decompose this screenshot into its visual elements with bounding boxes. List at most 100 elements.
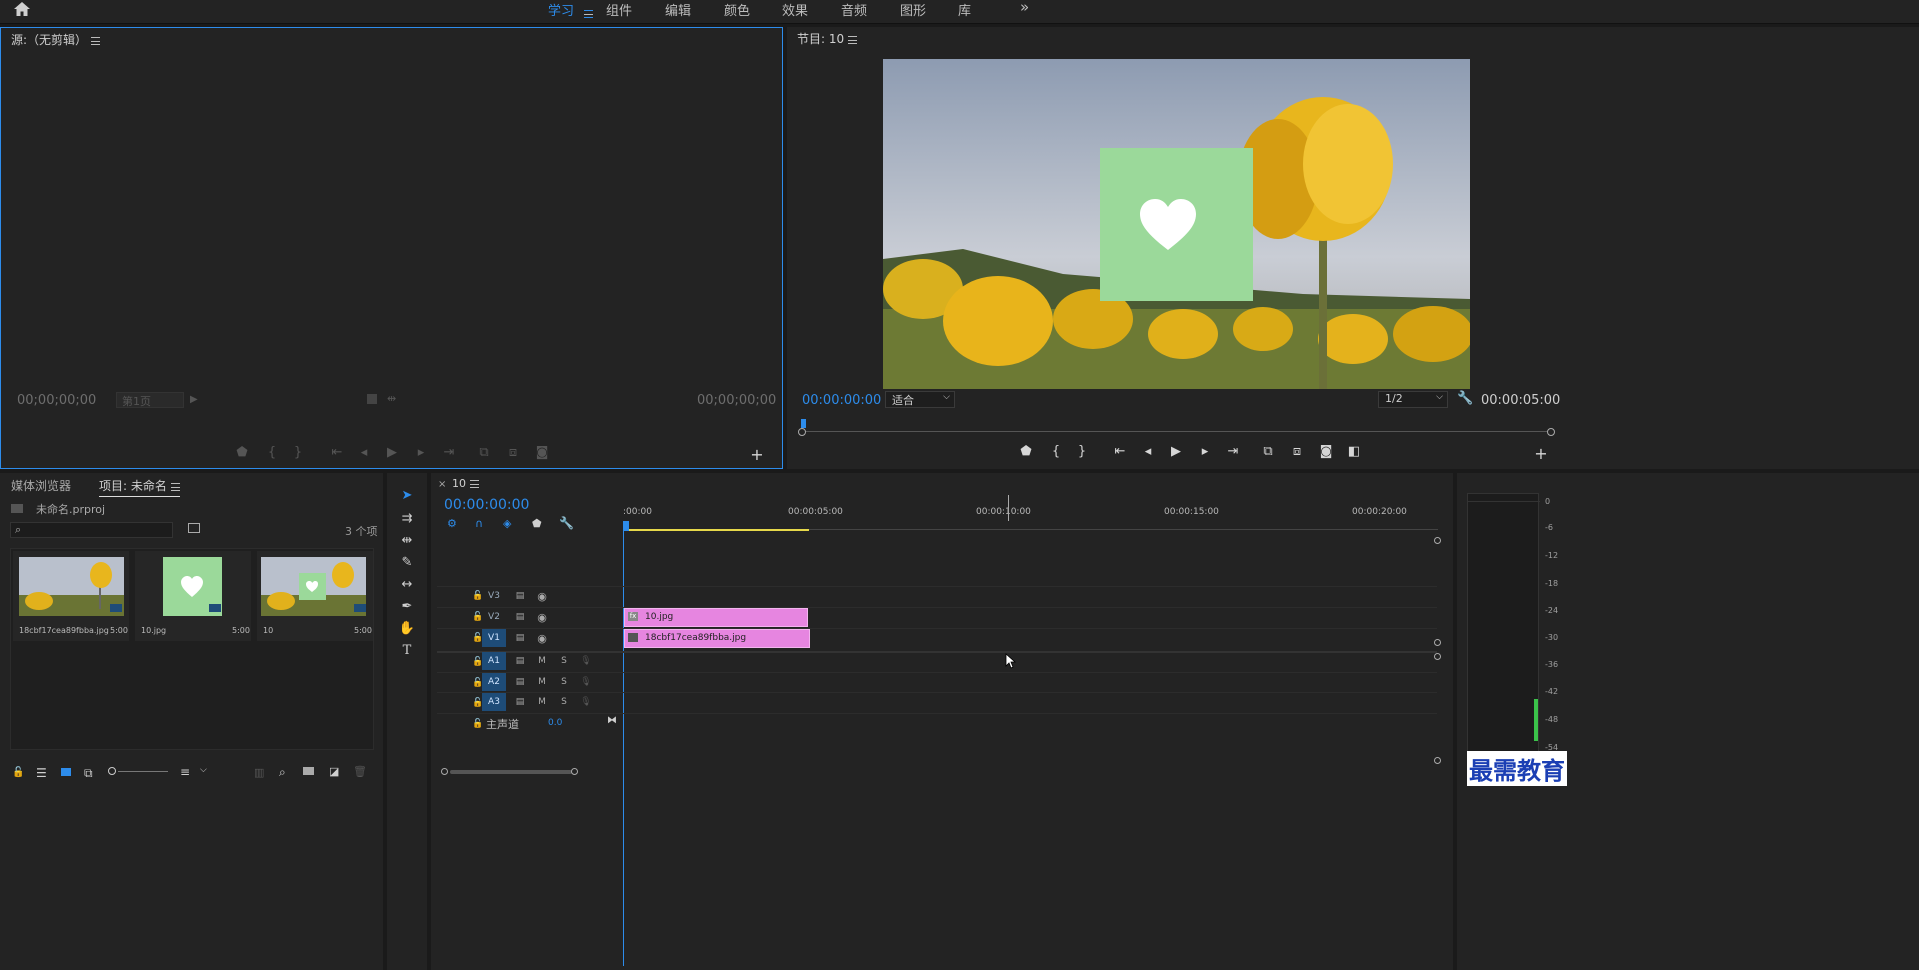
insert-icon[interactable]: ⇹ xyxy=(387,392,396,405)
resolution-select[interactable]: 1/2 ⌵ xyxy=(1378,391,1448,408)
track-label-v1[interactable]: V1 xyxy=(482,629,506,647)
freeform-view-icon[interactable]: ⧉ xyxy=(84,766,93,781)
track-label-a1[interactable]: A1 xyxy=(482,652,506,670)
comparison-view-icon[interactable]: ◧ xyxy=(1344,444,1364,459)
list-view-icon[interactable]: ☰ xyxy=(36,766,47,780)
more-workspaces-icon[interactable]: » xyxy=(1020,0,1029,16)
microphone-icon[interactable]: 🎙 xyxy=(578,656,594,666)
find-icon[interactable]: ⌕ xyxy=(279,765,286,780)
eye-icon[interactable]: ◉ xyxy=(534,632,550,645)
mute-button[interactable]: M xyxy=(534,656,550,666)
fit-select[interactable]: 适合 ⌵ xyxy=(885,391,955,408)
settings-square-icon[interactable] xyxy=(367,394,377,404)
razor-tool-icon[interactable]: ✎ xyxy=(398,554,416,572)
go-out-icon[interactable]: ⇥ xyxy=(1223,444,1243,459)
timeline-settings-icon[interactable]: 🔧 xyxy=(559,516,574,530)
clip-tulip-jpg[interactable]: 18cbf17cea89fbba.jpg xyxy=(624,629,810,648)
program-scrub-bar[interactable] xyxy=(798,419,1555,437)
mark-in-icon[interactable]: { xyxy=(1046,444,1066,459)
add-button-icon[interactable]: + xyxy=(1531,444,1551,463)
go-in-icon[interactable]: ⇤ xyxy=(327,445,347,460)
sync-lock-icon[interactable]: ▤ xyxy=(512,677,528,687)
mute-button[interactable]: M xyxy=(534,677,550,687)
tab-media-browser[interactable]: 媒体浏览器 xyxy=(11,477,71,494)
workspace-tab-editing[interactable]: 编辑 xyxy=(665,0,691,19)
v-scroll-handle-bottom[interactable] xyxy=(1434,757,1441,764)
program-timecode-current[interactable]: 00:00:00:00 xyxy=(802,393,881,408)
source-timecode-left[interactable]: 00;00;00;00 xyxy=(17,393,96,408)
workspace-menu-icon[interactable] xyxy=(580,6,593,20)
home-icon[interactable] xyxy=(13,1,31,17)
selection-tool-icon[interactable]: ➤ xyxy=(398,487,416,505)
marker-icon[interactable]: ⬟ xyxy=(232,445,252,460)
mark-out-icon[interactable]: } xyxy=(1072,444,1092,459)
sequence-tab[interactable]: 10 xyxy=(452,477,479,490)
program-panel-title[interactable]: 节目: 10 xyxy=(797,30,858,47)
solo-button[interactable]: S xyxy=(556,656,572,666)
v-scroll-handle-top[interactable] xyxy=(1434,537,1441,544)
ripple-edit-tool-icon[interactable]: ⇹ xyxy=(398,532,416,550)
sync-lock-icon[interactable]: ▤ xyxy=(512,633,528,643)
step-back-icon[interactable]: ◂ xyxy=(1138,444,1158,459)
linked-selection-icon[interactable]: ◈ xyxy=(503,517,511,530)
solo-button[interactable]: S xyxy=(556,677,572,687)
workspace-tab-audio[interactable]: 音频 xyxy=(841,0,867,19)
track-v1[interactable] xyxy=(437,628,1437,648)
new-item-icon[interactable]: ◪ xyxy=(329,765,339,778)
page-select[interactable]: 第1页 xyxy=(116,392,184,408)
project-item[interactable]: 18cbf17cea89fbba.jpg 5:00 xyxy=(13,551,129,641)
lock-icon[interactable]: 🔓 xyxy=(12,767,24,778)
icon-view-icon[interactable] xyxy=(61,768,71,776)
insert-clip-icon[interactable]: ⧉ xyxy=(474,445,494,460)
workspace-tab-learn[interactable]: 学习 xyxy=(548,0,574,19)
search-input[interactable]: ⌕ xyxy=(10,522,173,538)
overwrite-clip-icon[interactable]: ⧈ xyxy=(503,445,523,460)
play-icon[interactable]: ▶ xyxy=(382,445,402,460)
track-select-tool-icon[interactable]: ⇉ xyxy=(398,510,416,528)
play-icon[interactable]: ▶ xyxy=(1166,444,1186,459)
workspace-tab-color[interactable]: 颜色 xyxy=(724,0,750,19)
extract-icon[interactable]: ⧈ xyxy=(1287,444,1307,459)
eye-icon[interactable]: ◉ xyxy=(534,590,550,603)
workspace-tab-libraries[interactable]: 库 xyxy=(958,0,971,19)
play-page-icon[interactable]: ▶ xyxy=(190,394,198,405)
solo-button[interactable]: S xyxy=(556,697,572,707)
mute-button[interactable]: M xyxy=(534,697,550,707)
mark-in-icon[interactable]: { xyxy=(262,445,282,460)
project-item[interactable]: 10.jpg 5:00 xyxy=(135,551,251,641)
h-zoom-scrollbar[interactable] xyxy=(441,768,581,776)
track-label-a3[interactable]: A3 xyxy=(482,693,506,711)
track-label-v2[interactable]: V2 xyxy=(482,608,506,626)
add-button-icon[interactable]: + xyxy=(747,445,767,464)
chevron-down-icon[interactable]: ⌵ xyxy=(200,765,207,775)
go-in-icon[interactable]: ⇤ xyxy=(1110,444,1130,459)
lock-icon[interactable]: 🔓 xyxy=(472,719,483,729)
close-icon[interactable]: × xyxy=(438,479,446,490)
go-out-icon[interactable]: ⇥ xyxy=(439,445,459,460)
camera-icon[interactable]: ◙ xyxy=(1316,444,1336,459)
v-scroll-handle[interactable] xyxy=(1434,639,1441,646)
tab-project[interactable]: 项目: 未命名 xyxy=(99,477,180,497)
automate-icon[interactable]: ▥ xyxy=(254,766,264,779)
go-to-point-icon[interactable]: ⧓ xyxy=(607,715,617,726)
track-master[interactable] xyxy=(437,713,1437,733)
workspace-tab-graphics[interactable]: 图形 xyxy=(900,0,926,19)
marker-icon[interactable]: ⬟ xyxy=(1016,444,1036,459)
track-v2[interactable] xyxy=(437,607,1437,627)
step-forward-icon[interactable]: ▸ xyxy=(411,445,431,460)
workspace-tab-effects[interactable]: 效果 xyxy=(782,0,808,19)
hand-tool-icon[interactable]: ✋ xyxy=(398,620,416,638)
sync-lock-icon[interactable]: ▤ xyxy=(512,656,528,666)
lift-icon[interactable]: ⧉ xyxy=(1258,444,1278,459)
camera-icon[interactable]: ◙ xyxy=(532,445,552,460)
track-v3[interactable] xyxy=(437,586,1437,606)
workspace-tab-assembly[interactable]: 组件 xyxy=(606,0,632,19)
add-marker-icon[interactable]: ⬟ xyxy=(532,517,542,530)
microphone-icon[interactable]: 🎙 xyxy=(578,697,594,707)
snap-icon[interactable]: ∩ xyxy=(475,517,483,530)
v-scroll-handle-audio[interactable] xyxy=(1434,653,1441,660)
zoom-slider[interactable] xyxy=(108,767,168,777)
project-item[interactable]: 10 5:00 xyxy=(257,551,373,641)
step-forward-icon[interactable]: ▸ xyxy=(1195,444,1215,459)
new-bin-icon[interactable] xyxy=(303,767,314,775)
